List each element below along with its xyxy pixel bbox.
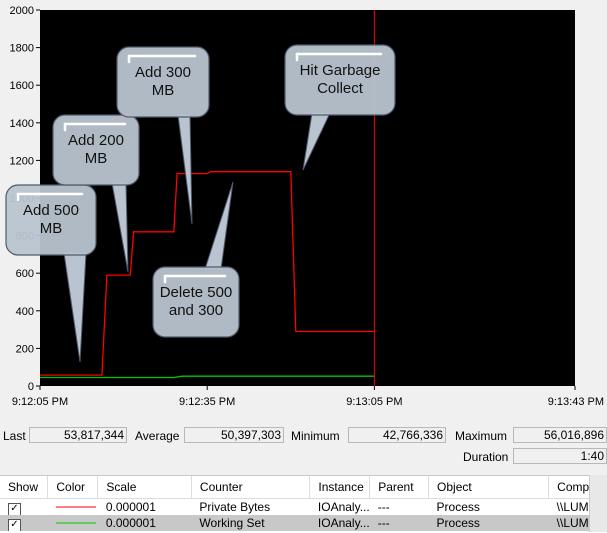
- table-row[interactable]: ✓ 0.000001 Private Bytes IOAnaly... --- …: [0, 499, 607, 515]
- counter-table: Show Color Scale Counter Instance Parent…: [0, 476, 607, 531]
- y-tick-label: 200: [16, 343, 34, 355]
- col-color[interactable]: Color: [47, 476, 99, 499]
- callout-text: Hit Garbage: [300, 62, 381, 79]
- x-tick-label: 9:12:35 PM: [179, 396, 235, 408]
- color-swatch: [55, 506, 96, 507]
- maximum-value: 56,016,896: [513, 427, 607, 443]
- y-tick-label: 600: [16, 268, 34, 280]
- table-header: Show Color Scale Counter Instance Parent…: [0, 476, 607, 499]
- callout-text: Add 300: [135, 64, 191, 81]
- callout-text: Add 200: [68, 132, 124, 149]
- counter-cell: Private Bytes: [199, 499, 271, 514]
- x-tick-label: 9:13:43 PM: [548, 396, 604, 408]
- x-tick-label: 9:13:05 PM: [346, 396, 402, 408]
- callout-text: Add 500: [23, 202, 79, 219]
- show-checkbox[interactable]: ✓: [8, 519, 21, 531]
- object-cell: Process: [428, 515, 549, 531]
- last-label: Last: [3, 429, 26, 443]
- y-tick-label: 1400: [10, 118, 34, 130]
- callout-text: Collect: [317, 80, 364, 97]
- col-parent[interactable]: Parent: [369, 476, 430, 499]
- y-tick-label: 400: [16, 306, 34, 318]
- parent-cell: ---: [377, 499, 390, 514]
- col-scale[interactable]: Scale: [97, 476, 192, 499]
- chart-svg: 20001800160014001200100080060040020009:1…: [5, 5, 604, 408]
- parent-cell: ---: [369, 515, 429, 531]
- maximum-label: Maximum: [455, 429, 508, 443]
- show-checkbox[interactable]: ✓: [8, 503, 21, 515]
- counter-list: Show Color Scale Counter Instance Parent…: [0, 475, 607, 533]
- minimum-label: Minimum: [291, 429, 340, 443]
- vertical-scrollbar[interactable]: [589, 475, 607, 532]
- col-instance[interactable]: Instance: [309, 476, 371, 499]
- instance-cell: IOAnaly...: [317, 499, 370, 514]
- callout-text: Delete 500: [160, 284, 233, 301]
- instance-cell: IOAnaly...: [309, 515, 370, 531]
- x-tick-label: 9:12:05 PM: [12, 396, 68, 408]
- last-value: 53,817,344: [29, 427, 127, 443]
- scale-cell: 0.000001: [97, 515, 192, 531]
- duration-value: 1:40: [513, 448, 607, 464]
- color-swatch: [55, 522, 96, 523]
- y-tick-label: 2000: [10, 5, 34, 17]
- y-tick-label: 1800: [10, 43, 34, 55]
- statistics-bar: Last 53,817,344 Average 50,397,303 Minim…: [0, 422, 607, 470]
- y-tick-label: 1200: [10, 155, 34, 167]
- table-row[interactable]: ✓ 0.000001 Working Set IOAnaly... --- Pr…: [0, 515, 607, 531]
- callout-text: MB: [40, 220, 63, 237]
- col-object[interactable]: Object: [428, 476, 550, 499]
- average-label: Average: [135, 429, 180, 443]
- y-tick-label: 1600: [10, 80, 34, 92]
- y-tick-label: 0: [28, 381, 34, 393]
- callout-text: and 300: [169, 302, 223, 319]
- callout-text: MB: [152, 82, 175, 99]
- scale-cell: 0.000001: [105, 499, 156, 514]
- col-counter[interactable]: Counter: [191, 476, 311, 499]
- average-value: 50,397,303: [184, 427, 284, 443]
- minimum-value: 42,766,336: [348, 427, 446, 443]
- counter-cell: Working Set: [191, 515, 310, 531]
- object-cell: Process: [436, 499, 480, 514]
- col-show[interactable]: Show: [0, 476, 49, 499]
- duration-label: Duration: [463, 450, 509, 464]
- performance-chart[interactable]: 20001800160014001200100080060040020009:1…: [0, 0, 607, 410]
- callout-text: MB: [85, 150, 108, 167]
